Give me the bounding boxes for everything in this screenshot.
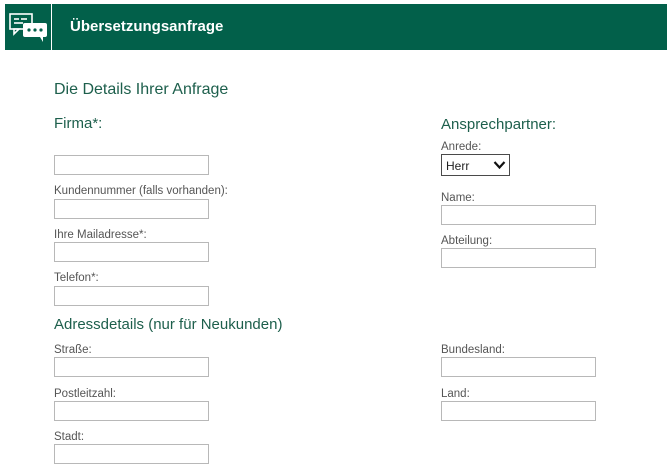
salutation-label: Anrede:: [441, 141, 482, 153]
department-label: Abteilung:: [441, 235, 493, 247]
section-title: Die Details Ihrer Anfrage: [54, 81, 229, 98]
page-header: Übersetzungsanfrage: [5, 4, 667, 50]
customer-number-label: Kundennummer (falls vorhanden):: [54, 185, 228, 197]
postal-code-field[interactable]: [54, 401, 209, 421]
name-field[interactable]: [441, 205, 596, 225]
state-field[interactable]: [441, 357, 596, 377]
department-field[interactable]: [441, 248, 596, 268]
street-label: Straße:: [54, 344, 92, 356]
contact-heading: Ansprechpartner:: [441, 116, 557, 133]
street-field[interactable]: [54, 357, 209, 377]
address-heading: Adressdetails (nur für Neukunden): [54, 316, 283, 333]
state-label: Bundesland:: [441, 344, 505, 356]
page-title: Übersetzungsanfrage: [70, 18, 224, 35]
city-label: Stadt:: [54, 431, 85, 443]
postal-code-label: Postleitzahl:: [54, 388, 117, 400]
name-label: Name:: [441, 192, 475, 204]
chat-bubbles-icon: [9, 13, 47, 42]
phone-label: Telefon*:: [54, 272, 99, 284]
company-field[interactable]: [54, 155, 209, 175]
phone-field[interactable]: [54, 286, 209, 306]
company-heading: Firma*:: [54, 115, 103, 132]
salutation-select[interactable]: Herr: [441, 154, 510, 176]
country-field[interactable]: [441, 401, 596, 421]
salutation-selected-value: Herr: [446, 159, 470, 173]
header-icon-box: [5, 4, 52, 50]
country-label: Land:: [441, 388, 470, 400]
email-field[interactable]: [54, 242, 209, 262]
customer-number-field[interactable]: [54, 199, 209, 219]
chevron-down-icon: [493, 161, 506, 170]
email-label: Ihre Mailadresse*:: [54, 229, 147, 241]
city-field[interactable]: [54, 444, 209, 464]
